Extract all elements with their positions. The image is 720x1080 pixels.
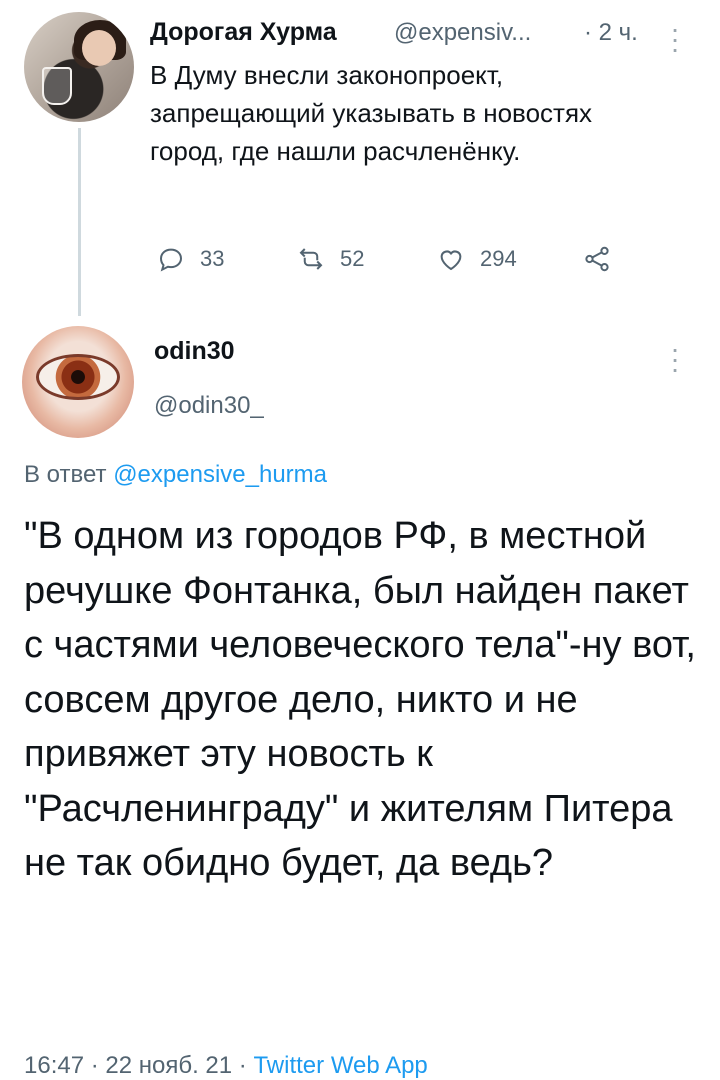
avatar-face-shape: [82, 30, 116, 66]
reply-button[interactable]: 33: [156, 244, 224, 274]
more-vertical-icon[interactable]: · · ·: [668, 15, 682, 63]
tweet2-author-handle[interactable]: @odin30_: [154, 392, 264, 420]
avatar-dorogaya-hurma[interactable]: [24, 12, 134, 122]
like-icon: [440, 250, 462, 271]
like-count: 294: [480, 246, 517, 271]
reply-context: В ответ @expensive_hurma: [24, 461, 327, 489]
reply-count: 33: [200, 246, 225, 271]
avatar-eye-shape: [36, 354, 120, 400]
tweet1-text: В Думу внесли законопроект, запрещающий …: [150, 60, 593, 166]
reply-icon: [159, 248, 183, 272]
tweet2-author-name[interactable]: odin30: [154, 337, 235, 366]
share-icon: [585, 246, 609, 272]
thread-connector-line: [78, 128, 81, 316]
reply-prefix: В ответ: [24, 461, 107, 488]
reply-mention-link[interactable]: @expensive_hurma: [113, 461, 327, 488]
retweet-button[interactable]: 52: [296, 244, 364, 274]
retweet-icon: [299, 248, 323, 270]
like-button[interactable]: 294: [436, 244, 517, 274]
tweet2-text: "В одном из городов РФ, в местной речушк…: [24, 515, 696, 884]
share-button[interactable]: [582, 244, 626, 274]
more-vertical-icon[interactable]: · · ·: [668, 335, 682, 383]
tweet1-author-handle[interactable]: @expensiv...: [394, 19, 531, 47]
tweet1-actions-bar: 33 52 294: [150, 244, 630, 280]
tweet2-meta: 16:47 · 22 нояб. 21 · Twitter Web App: [24, 1052, 428, 1080]
retweet-count: 52: [340, 246, 365, 271]
tweet1-author-name[interactable]: Дорогая Хурма: [150, 18, 337, 47]
avatar-odin30[interactable]: [22, 326, 134, 438]
avatar-wine-glass-shape: [42, 67, 72, 105]
tweet1-timestamp[interactable]: · 2 ч.: [584, 19, 638, 47]
